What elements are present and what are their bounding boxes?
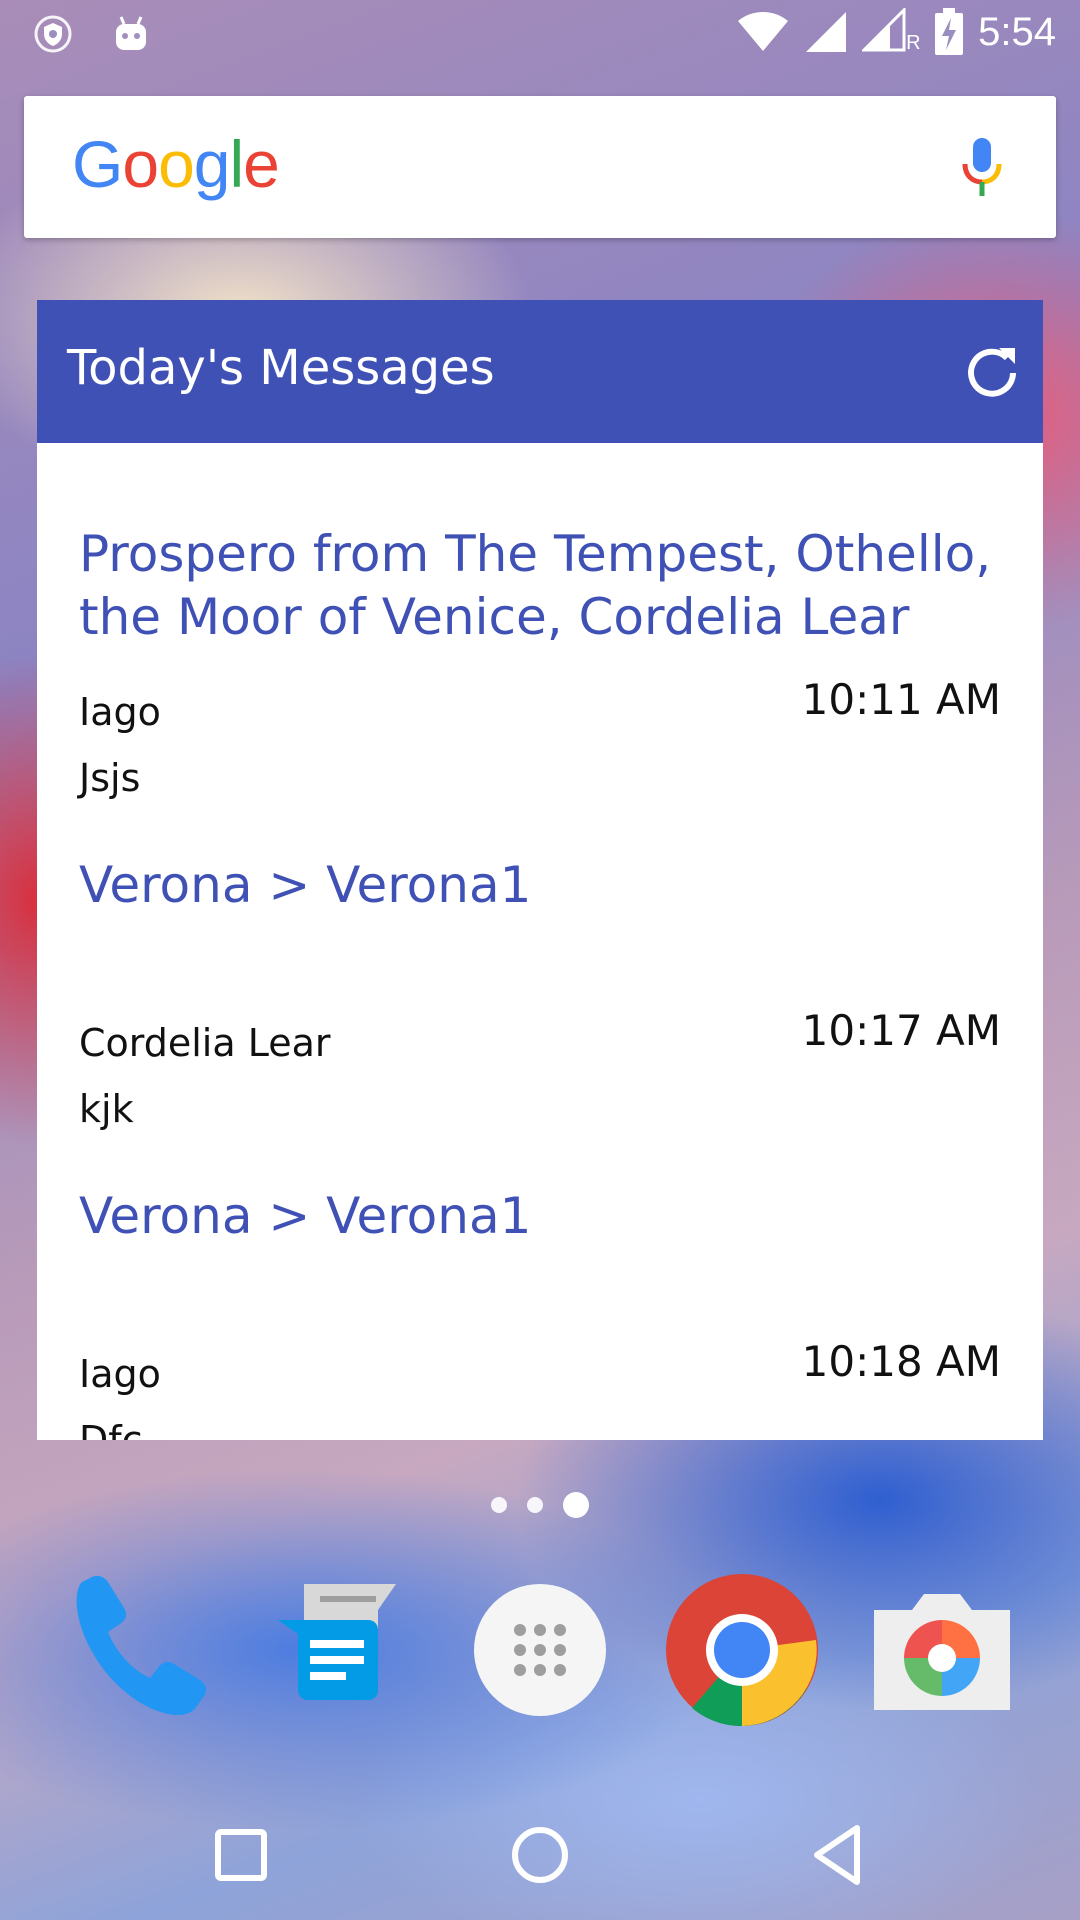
logo-letter: g [193, 127, 231, 201]
logo-letter: o [122, 127, 159, 201]
page-dot [491, 1497, 507, 1513]
message-title: Verona > Verona1 [79, 1187, 532, 1245]
message-time: 10:17 AM [801, 1006, 1001, 1055]
recents-button[interactable] [206, 1820, 276, 1890]
page-dot-active [563, 1492, 589, 1518]
page-indicator [0, 1492, 1080, 1518]
google-search-bar[interactable]: Google [24, 96, 1056, 238]
logo-letter: e [243, 127, 280, 201]
signal-roaming-icon [862, 8, 906, 52]
messages-app-icon[interactable] [258, 1570, 418, 1730]
message-title: Verona > Verona1 [79, 856, 532, 914]
refresh-icon[interactable] [963, 342, 1021, 400]
roaming-label: R [906, 32, 921, 54]
logo-letter: l [229, 127, 245, 201]
messages-widget: Today's Messages Prospero from The Tempe… [37, 300, 1043, 1440]
signal-icon [806, 12, 847, 52]
message-title: Prospero from The Tempest, Othello, the … [79, 525, 992, 646]
vpn-shield-icon [34, 15, 72, 53]
message-time: 10:18 AM [801, 1337, 1001, 1386]
app-dock [0, 1570, 1080, 1740]
message-sender: Iago [79, 1352, 161, 1396]
widget-header: Today's Messages [37, 300, 1043, 443]
message-list: Prospero from The Tempest, Othello, the … [37, 443, 1043, 1440]
wifi-icon [738, 12, 789, 51]
android-icon [116, 16, 146, 50]
app-drawer-icon[interactable] [460, 1570, 620, 1730]
message-sender: Cordelia Lear [79, 1021, 331, 1065]
home-button[interactable] [505, 1820, 575, 1890]
mic-icon[interactable] [960, 136, 1004, 200]
list-item[interactable]: Prospero from The Tempest, Othello, the … [37, 443, 1043, 800]
page-dot [527, 1497, 543, 1513]
logo-letter: G [72, 127, 123, 201]
message-time: 10:11 AM [801, 675, 1001, 724]
message-sender: Iago [79, 690, 161, 734]
phone-app-icon[interactable] [60, 1570, 220, 1730]
widget-title: Today's Messages [67, 340, 495, 396]
battery-charging-icon [935, 8, 964, 55]
chrome-app-icon[interactable] [662, 1570, 822, 1730]
back-button[interactable] [805, 1820, 875, 1890]
logo-letter: o [158, 127, 195, 201]
list-item[interactable]: Verona > Verona1 Cordelia Lear kjk 10:17… [37, 774, 1043, 1131]
camera-app-icon[interactable] [862, 1570, 1022, 1730]
message-body: Dfc [79, 1418, 143, 1440]
status-time: 5:54 [978, 9, 1056, 54]
list-item[interactable]: Verona > Verona1 Iago Dfc 10:18 AM [37, 1105, 1043, 1440]
navigation-bar [0, 1790, 1080, 1920]
status-bar: R 5:54 [0, 0, 1080, 72]
google-logo: Google [72, 126, 280, 202]
